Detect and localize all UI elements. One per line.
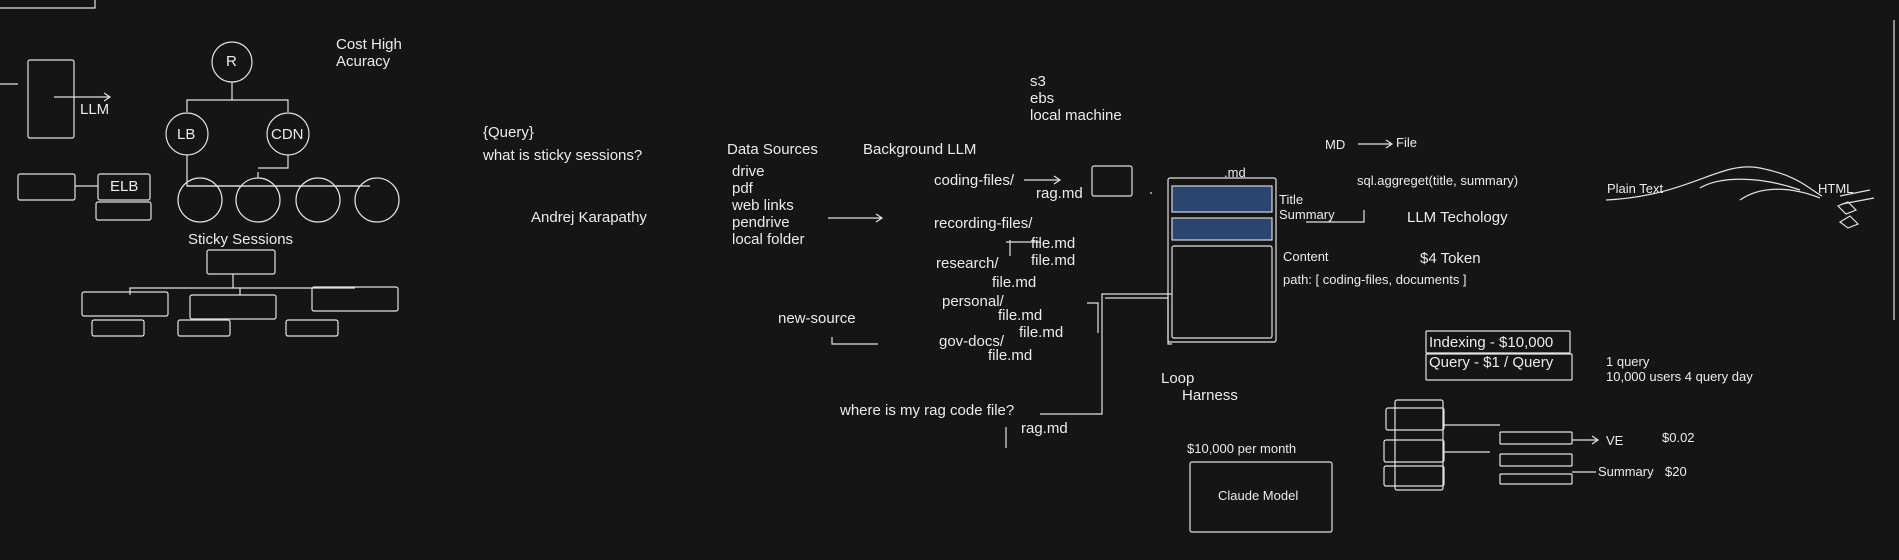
top-box-edge: [0, 0, 96, 9]
chunk-stack: [1394, 399, 1444, 491]
users-query-label: 1 query 10,000 users 4 query day: [1606, 354, 1753, 384]
new-source-label: new-source: [778, 310, 856, 327]
chunk-box-2: [1383, 439, 1445, 463]
query-question: what is sticky sessions?: [483, 147, 643, 164]
cdn-node-label: CDN: [271, 126, 304, 143]
title-summary-label: Title Summary: [1279, 192, 1335, 222]
server-box: [27, 59, 75, 139]
md-extension-label: .md: [1224, 165, 1246, 180]
embed-box-1: [1499, 431, 1573, 445]
personal-bracket: [1105, 297, 1172, 345]
sticky-sessions-label: Sticky Sessions: [188, 231, 294, 248]
llm-technology-label: LLM Techology: [1407, 209, 1508, 226]
md-title-field: [1171, 185, 1273, 213]
chunk-links: [1444, 424, 1500, 453]
ve-price-label: $0.02: [1662, 430, 1695, 445]
ve-label: VE: [1606, 433, 1624, 448]
tree-box-4: [91, 319, 145, 337]
lb-lines: [186, 155, 360, 187]
server-circle-2: [235, 177, 281, 223]
summary-cost-label: Summary: [1598, 464, 1654, 479]
gov-docs-file: file.md: [988, 347, 1033, 364]
data-sources-title: Data Sources: [727, 141, 818, 158]
client-box: [17, 173, 76, 201]
token-cost-label: $4 Token: [1420, 250, 1481, 267]
where-question: where is my rag code file?: [840, 402, 1015, 419]
summary-price-label: $20: [1665, 464, 1687, 479]
research-file: file.md: [992, 274, 1037, 291]
tree-box-1: [81, 291, 169, 317]
recording-files-folder: recording-files/: [934, 215, 1033, 232]
recording-file-list: file.md file.md: [1031, 235, 1076, 269]
rag-md-file: rag.md: [1036, 185, 1083, 202]
ve-arrow: [1572, 435, 1600, 445]
lb-node-label: LB: [177, 126, 196, 143]
query-cost-label: Query - $1 / Query: [1429, 354, 1554, 371]
file-bracket: [1087, 302, 1099, 333]
cost-accuracy-label: Cost High Acuracy: [336, 36, 402, 70]
person-label: Andrej Karapathy: [531, 209, 647, 226]
html-icons: [1836, 201, 1860, 229]
query-tag: {Query}: [483, 124, 534, 141]
tree-box-3: [311, 286, 399, 312]
md-file-arrow: [1358, 139, 1394, 149]
coding-files-folder: coding-files/: [934, 172, 1015, 189]
sql-aggregate-label: sql.aggreget(title, summary): [1357, 173, 1519, 188]
r-branches: [186, 82, 289, 112]
server-circle-1: [177, 177, 223, 223]
elb-sub-box: [95, 201, 152, 221]
rag-md-file-2: rag.md: [1021, 420, 1068, 437]
llm-arrow: [54, 92, 112, 102]
whiteboard-canvas[interactable]: LLM R LB CDN ELB Cost High Acuracy Stick…: [0, 0, 1899, 560]
tree-box-2: [189, 294, 277, 320]
indexing-cost-label: Indexing - $10,000: [1429, 334, 1554, 351]
server-circle-4: [354, 177, 400, 223]
md-summary-field: [1171, 217, 1273, 241]
research-folder: research/: [936, 255, 999, 272]
where-bracket: [1040, 293, 1172, 415]
sources-arrow: [828, 213, 884, 223]
llm-label: LLM: [80, 101, 110, 118]
content-label: Content: [1283, 249, 1329, 264]
storage-list: s3 ebs local machine: [1030, 73, 1122, 124]
background-llm-label: Background LLM: [863, 141, 977, 158]
md-content-field: [1171, 245, 1273, 339]
loop-label: Loop: [1161, 370, 1195, 387]
server-circle-3: [295, 177, 341, 223]
sticky-box: [206, 249, 276, 275]
file-label: File: [1396, 135, 1417, 150]
new-source-arrow: [831, 337, 878, 345]
elb-label: ELB: [110, 178, 139, 195]
claude-model-label: Claude Model: [1218, 488, 1299, 503]
personal-folder: personal/: [942, 293, 1004, 310]
harness-label: Harness: [1182, 387, 1238, 404]
personal-file-2: file.md: [1019, 324, 1064, 341]
coding-arrow: [1024, 175, 1062, 185]
rag-box: [1091, 165, 1133, 197]
embed-box-3: [1499, 473, 1573, 485]
per-month-label: $10,000 per month: [1187, 441, 1297, 456]
path-label: path: [ coding-files, documents ]: [1283, 272, 1467, 287]
data-sources-list: drive pdf web links pendrive local folde…: [732, 163, 805, 248]
r-node-label: R: [226, 53, 237, 70]
tree-box-6: [285, 319, 339, 337]
embed-box-2: [1499, 453, 1573, 467]
plain-text-label: Plain Text: [1607, 181, 1664, 196]
personal-file: file.md: [998, 307, 1043, 324]
chunk-box-3: [1383, 465, 1445, 487]
html-label: HTML: [1818, 181, 1854, 196]
md-label: MD: [1325, 137, 1346, 152]
tree-box-5: [177, 319, 231, 337]
